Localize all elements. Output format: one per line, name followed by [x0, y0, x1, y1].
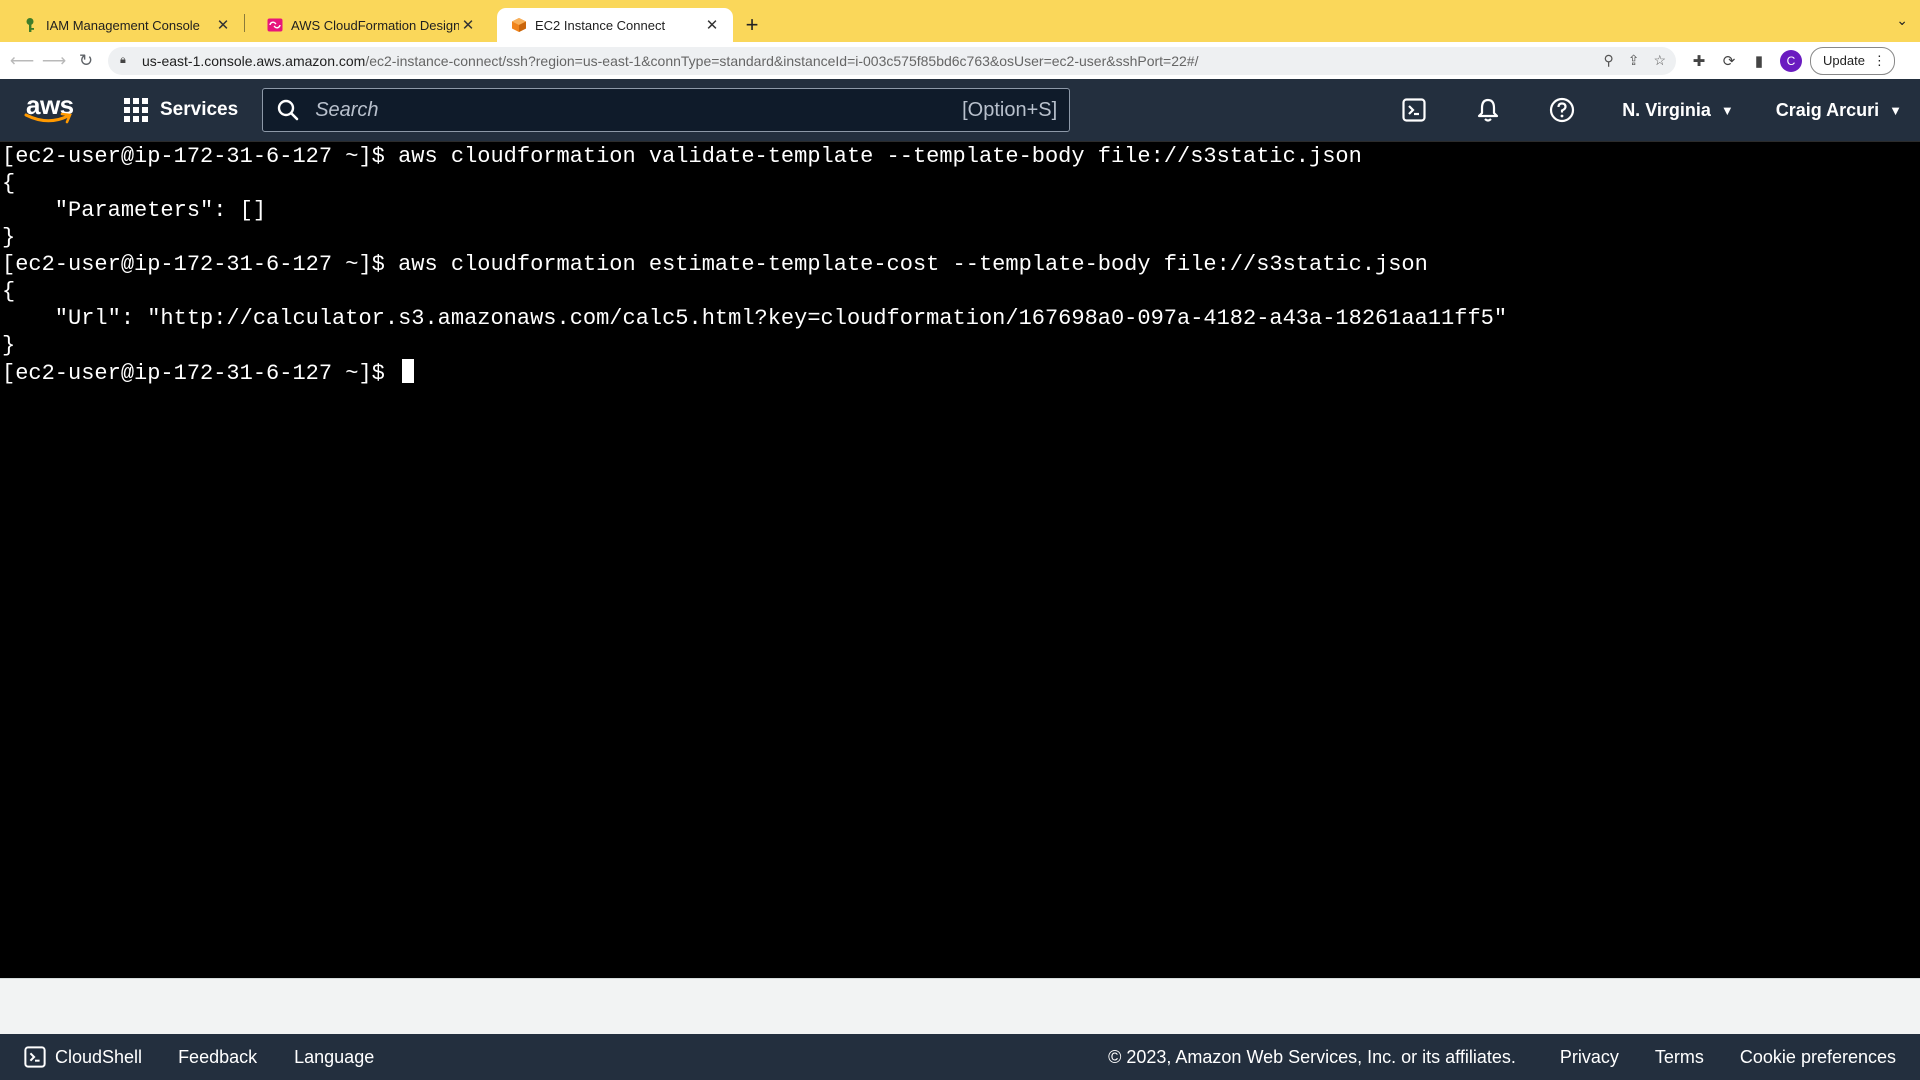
- share-icon[interactable]: ⇪: [1628, 52, 1640, 69]
- search-shortcut-hint: [Option+S]: [962, 98, 1058, 121]
- tab-separator: [244, 14, 245, 32]
- caret-down-icon: ▼: [1720, 102, 1734, 118]
- region-label: N. Virginia: [1622, 99, 1711, 120]
- cloudshell-icon[interactable]: [1394, 90, 1434, 130]
- ec2-cube-icon: [511, 17, 527, 33]
- privacy-link[interactable]: Privacy: [1560, 1047, 1619, 1068]
- ssh-terminal[interactable]: [ec2-user@ip-172-31-6-127 ~]$ aws cloudf…: [0, 141, 1920, 978]
- terminal-prompt-line[interactable]: [ec2-user@ip-172-31-6-127 ~]$: [0, 359, 1920, 386]
- address-bar[interactable]: 🔒︎ us-east-1.console.aws.amazon.com /ec2…: [108, 46, 1676, 75]
- close-icon[interactable]: ✕: [459, 16, 477, 34]
- terminal-line: [ec2-user@ip-172-31-6-127 ~]$ aws cloudf…: [2, 144, 1362, 169]
- feedback-link[interactable]: Feedback: [178, 1047, 257, 1068]
- browser-toolbar: ⟵ ⟶ ↻ 🔒︎ us-east-1.console.aws.amazon.co…: [0, 42, 1920, 80]
- terminal-line: [ec2-user@ip-172-31-6-127 ~]$ aws cloudf…: [2, 252, 1428, 277]
- forward-icon[interactable]: ⟶: [38, 45, 70, 77]
- aws-search-box[interactable]: [Option+S]: [262, 88, 1071, 132]
- back-icon[interactable]: ⟵: [6, 45, 38, 77]
- region-selector[interactable]: N. Virginia ▼: [1622, 100, 1734, 121]
- cloudformation-icon: [267, 17, 283, 33]
- language-link[interactable]: Language: [294, 1047, 374, 1068]
- terminal-line: "Parameters": []: [2, 198, 267, 223]
- cloudshell-label: CloudShell: [55, 1046, 143, 1067]
- cookie-preferences-link[interactable]: Cookie preferences: [1740, 1047, 1896, 1068]
- aws-logo[interactable]: aws: [22, 90, 96, 130]
- services-label: Services: [160, 99, 239, 120]
- reload-icon[interactable]: ↻: [70, 45, 102, 77]
- close-icon[interactable]: ✕: [703, 16, 721, 34]
- search-input[interactable]: [313, 97, 963, 123]
- tab-search-chevron-icon[interactable]: ⌄: [1896, 12, 1908, 29]
- terminal-line: }: [2, 225, 16, 250]
- copyright-text: © 2023, Amazon Web Services, Inc. or its…: [1108, 1046, 1516, 1067]
- tab-cloudformation-designer[interactable]: AWS CloudFormation Designer ✕: [253, 8, 489, 42]
- puzzle-icon[interactable]: ✚: [1684, 46, 1714, 76]
- search-icon: [277, 99, 299, 121]
- sidepanel-icon[interactable]: ▮: [1744, 46, 1774, 76]
- sync-icon[interactable]: ⟳: [1714, 46, 1744, 76]
- tab-title: AWS CloudFormation Designer: [291, 17, 459, 33]
- tab-ec2-instance-connect[interactable]: EC2 Instance Connect ✕: [497, 8, 733, 42]
- url-host: us-east-1.console.aws.amazon.com: [142, 52, 366, 69]
- update-label: Update: [1823, 53, 1865, 68]
- star-icon[interactable]: ☆: [1653, 52, 1666, 69]
- services-menu-button[interactable]: Services: [124, 98, 238, 122]
- terminal-line: "Url": "http://calculator.s3.amazonaws.c…: [2, 306, 1508, 331]
- zoom-icon[interactable]: ⚲: [1603, 52, 1613, 69]
- update-button[interactable]: Update ⋮: [1810, 46, 1895, 75]
- kebab-menu-icon: ⋮: [1872, 52, 1886, 68]
- profile-avatar[interactable]: C: [1780, 49, 1802, 72]
- terminal-line: {: [2, 279, 16, 304]
- tab-title: IAM Management Console: [46, 17, 200, 33]
- console-footer: CloudShell Feedback Language © 2023, Ama…: [0, 1034, 1920, 1080]
- key-icon: [22, 17, 38, 33]
- terminal-prompt: [ec2-user@ip-172-31-6-127 ~]$: [2, 361, 399, 386]
- tab-title: EC2 Instance Connect: [535, 17, 666, 33]
- terminal-cursor: [402, 359, 415, 383]
- url-path: /ec2-instance-connect/ssh?region=us-east…: [365, 52, 1199, 69]
- new-tab-plus-icon[interactable]: +: [737, 10, 767, 40]
- aws-console-header: aws Services [Option+S] N. Virginia ▼ Cr…: [0, 79, 1920, 141]
- terms-link[interactable]: Terms: [1655, 1047, 1704, 1068]
- user-name: Craig Arcuri: [1775, 99, 1880, 120]
- cloudshell-button[interactable]: CloudShell: [24, 1046, 142, 1068]
- terminal-line: {: [2, 171, 16, 196]
- terminal-line: }: [2, 333, 16, 358]
- close-icon[interactable]: ✕: [214, 16, 232, 34]
- aws-smile-icon: [24, 112, 72, 124]
- help-icon[interactable]: [1542, 90, 1582, 130]
- cloudshell-icon: [24, 1046, 46, 1068]
- lock-icon: 🔒︎: [120, 54, 126, 66]
- terminal-status-bar: [0, 978, 1920, 1035]
- account-menu[interactable]: Craig Arcuri ▼: [1776, 100, 1902, 121]
- tab-iam[interactable]: IAM Management Console ✕: [8, 8, 244, 42]
- caret-down-icon: ▼: [1889, 102, 1902, 118]
- browser-tab-strip: IAM Management Console ✕ AWS CloudFormat…: [0, 0, 1920, 42]
- grid-icon: [124, 98, 148, 122]
- bell-icon[interactable]: [1468, 90, 1508, 130]
